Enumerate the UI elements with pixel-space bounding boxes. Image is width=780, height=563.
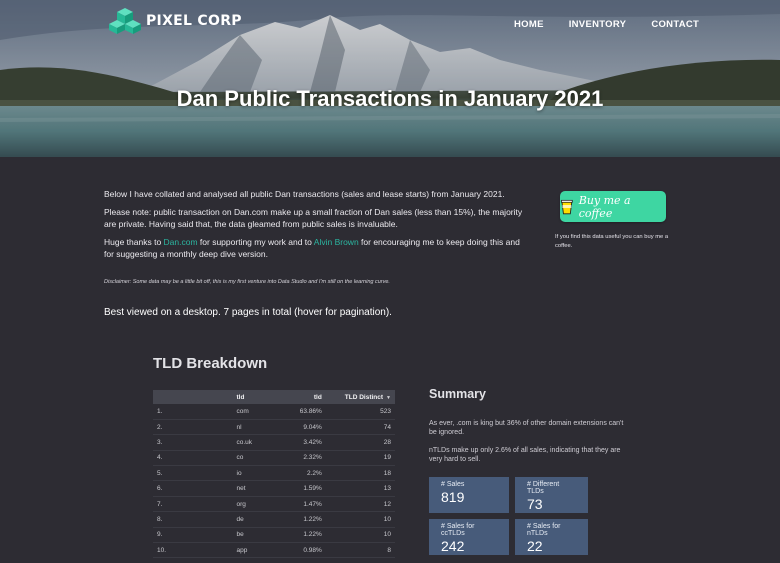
table-row: 2. nl 9.04% 74 xyxy=(153,419,395,436)
coffee-cup-icon xyxy=(561,199,573,214)
row-tld-percent: 2.32% xyxy=(277,450,326,467)
row-tld-name: io xyxy=(183,465,278,482)
table-row: 8. de 1.22% 10 xyxy=(153,511,395,528)
row-index: 1. xyxy=(153,404,184,420)
main-nav: HOME INVENTORY CONTACT xyxy=(514,19,724,30)
brand-logo[interactable]: PIXEL CORP xyxy=(109,7,242,34)
table-row: 6. net 1.59% 13 xyxy=(153,480,395,497)
table-row: 7. org 1.47% 12 xyxy=(153,496,395,513)
row-tld-distinct: 12 xyxy=(325,496,395,513)
page-title: Dan Public Transactions in January 2021 xyxy=(176,86,604,111)
row-index: 8. xyxy=(153,511,184,528)
row-tld-percent: 1.59% xyxy=(277,480,326,497)
sort-desc-icon: ▼ xyxy=(386,394,391,401)
hero-banner: PIXEL CORP HOME INVENTORY CONTACT Dan Pu… xyxy=(0,0,780,157)
table-row: 5. io 2.2% 18 xyxy=(153,465,395,482)
row-tld-percent: 1.22% xyxy=(277,511,326,528)
stat-card-different-tlds: # Different TLDs 73 xyxy=(515,477,588,513)
row-tld-distinct: 8 xyxy=(325,542,395,559)
row-tld-percent: 1.22% xyxy=(277,527,326,544)
stat-value: 819 xyxy=(441,489,465,505)
row-tld-name: nl xyxy=(183,419,278,436)
row-tld-percent: 3.42% xyxy=(277,434,326,451)
table-row: 1. com 63.86% 523 xyxy=(153,404,395,420)
row-index: 7. xyxy=(153,496,184,513)
row-tld-distinct: 10 xyxy=(325,511,395,528)
row-tld-distinct: 19 xyxy=(325,450,395,467)
nav-home[interactable]: HOME xyxy=(514,19,544,30)
stat-value: 22 xyxy=(527,538,543,554)
table-row: 4. co 2.32% 19 xyxy=(153,450,395,467)
stat-value: 73 xyxy=(527,496,543,512)
stat-card-cctld-sales: # Sales for ccTLDs 242 xyxy=(429,519,509,555)
stat-label: # Different TLDs xyxy=(527,481,560,495)
row-tld-distinct: 28 xyxy=(325,434,395,451)
row-index: 9. xyxy=(153,527,184,544)
row-index: 4. xyxy=(153,450,184,467)
brand-name: PIXEL CORP xyxy=(146,12,242,29)
summary-paragraph-2: nTLDs make up only 2.6% of all sales, in… xyxy=(429,447,621,463)
stat-card-ntld-sales: # Sales for nTLDs 22 xyxy=(515,519,588,555)
nav-contact[interactable]: CONTACT xyxy=(651,19,699,30)
best-viewed-note: Best viewed on a desktop. 7 pages in tot… xyxy=(104,307,392,318)
tld-breakdown-heading: TLD Breakdown xyxy=(153,355,268,372)
row-tld-distinct: 523 xyxy=(325,404,395,420)
row-index: 3. xyxy=(153,434,184,451)
intro-paragraph-3: Huge thanks to Dan.com for supporting my… xyxy=(104,236,524,260)
table-row: 3. co.uk 3.42% 28 xyxy=(153,434,395,451)
row-index: 6. xyxy=(153,480,184,497)
intro-text: Below I have collated and analysed all p… xyxy=(104,188,524,266)
cube-logo-icon xyxy=(109,8,141,34)
coffee-button-label: Buy me a coffee xyxy=(578,193,631,220)
stat-card-sales: # Sales 819 xyxy=(429,477,509,513)
stat-label: # Sales for nTLDs xyxy=(527,523,561,537)
row-tld-percent: 0.98% xyxy=(277,542,326,559)
stat-value: 242 xyxy=(441,538,465,554)
row-tld-percent: 9.04% xyxy=(277,419,326,436)
row-tld-name: com xyxy=(183,404,278,420)
row-index: 2. xyxy=(153,419,184,436)
row-tld-name: app xyxy=(183,542,278,559)
row-tld-name: co xyxy=(183,450,278,467)
row-tld-name: be xyxy=(183,527,278,544)
row-tld-distinct: 13 xyxy=(325,480,395,497)
intro-paragraph-2: Please note: public transaction on Dan.c… xyxy=(104,207,523,229)
row-tld-name: net xyxy=(183,480,278,497)
buy-me-a-coffee-button[interactable]: Buy me a coffee xyxy=(560,191,666,222)
intro-text-segment: for supporting my work and to xyxy=(197,237,314,247)
dan-link[interactable]: Dan.com xyxy=(164,237,198,247)
intro-text-segment: Huge thanks to xyxy=(104,237,164,247)
row-index: 10. xyxy=(153,542,184,559)
col-tld-percent[interactable]: tld xyxy=(277,390,326,404)
table-header-row: tld tld TLD Distinct ▼ xyxy=(153,390,395,404)
nav-inventory[interactable]: INVENTORY xyxy=(569,19,627,30)
summary-heading: Summary xyxy=(429,387,486,401)
tld-table-body: 1. com 63.86% 523 2. nl 9.04% 74 3. co.uk 3.42% 28 4… xyxy=(153,404,395,559)
row-tld-distinct: 74 xyxy=(325,419,395,436)
disclaimer: Disclaimer: Some data may be a little bi… xyxy=(104,279,390,285)
stat-label: # Sales xyxy=(441,481,465,488)
row-tld-distinct: 10 xyxy=(325,527,395,544)
row-tld-percent: 2.2% xyxy=(277,465,326,482)
summary-paragraph-1: As ever, .com is king but 36% of other d… xyxy=(429,420,624,436)
col-tld-name[interactable]: tld xyxy=(183,390,278,404)
col-tld-distinct-label: TLD Distinct xyxy=(344,393,384,401)
table-row: 10. app 0.98% 8 xyxy=(153,542,395,559)
row-tld-name: co.uk xyxy=(183,434,278,451)
coffee-note: If you find this data useful you can buy… xyxy=(555,234,669,249)
row-index: 5. xyxy=(153,465,184,482)
table-row: 9. be 1.22% 10 xyxy=(153,527,395,544)
col-tld-distinct[interactable]: TLD Distinct ▼ xyxy=(325,390,395,404)
alvin-brown-link[interactable]: Alvin Brown xyxy=(314,237,359,247)
row-tld-distinct: 18 xyxy=(325,465,395,482)
row-tld-percent: 1.47% xyxy=(277,496,326,513)
stat-label: # Sales for ccTLDs xyxy=(441,523,475,537)
row-tld-percent: 63.86% xyxy=(277,404,326,420)
row-tld-name: org xyxy=(183,496,278,513)
tld-table: tld tld TLD Distinct ▼ 1. com 63.86% 523 2. nl… xyxy=(153,390,395,559)
row-tld-name: de xyxy=(183,511,278,528)
col-index xyxy=(153,390,184,404)
intro-paragraph-1: Below I have collated and analysed all p… xyxy=(104,189,505,199)
